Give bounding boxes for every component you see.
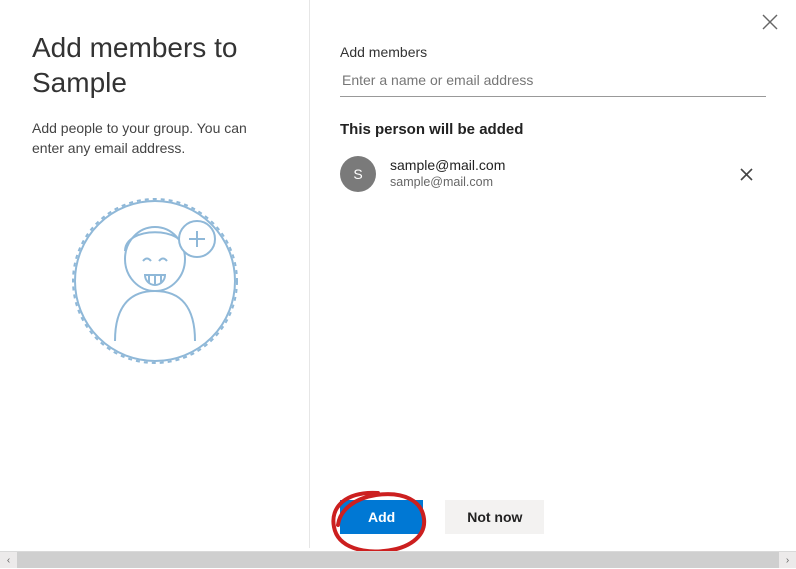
dialog-description: Add people to your group. You can enter … <box>32 118 277 159</box>
left-panel: Add members to Sample Add people to your… <box>0 0 310 548</box>
member-row: S sample@mail.com sample@mail.com <box>340 156 766 192</box>
member-search-input[interactable] <box>340 66 766 97</box>
search-label: Add members <box>340 44 766 60</box>
scroll-left-icon[interactable]: ‹ <box>0 552 17 569</box>
member-email: sample@mail.com <box>390 175 722 191</box>
add-members-dialog: Add members to Sample Add people to your… <box>0 0 796 548</box>
button-bar: Add Not now <box>340 500 544 534</box>
member-name: sample@mail.com <box>390 157 722 175</box>
remove-member-icon[interactable] <box>736 164 756 184</box>
not-now-button[interactable]: Not now <box>445 500 544 534</box>
member-info: sample@mail.com sample@mail.com <box>390 157 722 190</box>
add-button[interactable]: Add <box>340 500 423 534</box>
scroll-track[interactable] <box>17 552 779 568</box>
dialog-title: Add members to Sample <box>32 30 277 100</box>
scroll-right-icon[interactable]: › <box>779 552 796 569</box>
right-panel: Add members This person will be added S … <box>310 0 796 548</box>
horizontal-scrollbar[interactable]: ‹ › <box>0 551 796 568</box>
avatar: S <box>340 156 376 192</box>
add-person-illustration <box>32 191 277 371</box>
close-icon[interactable] <box>758 10 782 34</box>
added-section-title: This person will be added <box>340 121 766 138</box>
